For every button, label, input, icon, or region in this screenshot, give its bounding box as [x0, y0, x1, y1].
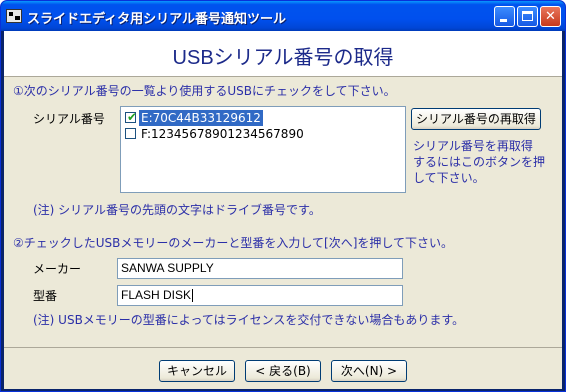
minimize-icon: [500, 19, 507, 22]
close-button[interactable]: ✕: [540, 6, 561, 27]
back-button[interactable]: < 戻る(B): [245, 360, 321, 382]
maker-label: メーカー: [33, 262, 82, 276]
refresh-serial-button[interactable]: シリアル番号の再取得: [411, 108, 541, 130]
text-caret: [192, 289, 194, 303]
cancel-button[interactable]: キャンセル: [159, 360, 235, 382]
window-title: スライドエディタ用シリアル番号通知ツール: [27, 12, 286, 27]
maker-value: SANWA SUPPLY: [121, 261, 214, 275]
model-value: FLASH DISK: [121, 288, 192, 302]
serial-checkbox-f[interactable]: [125, 128, 136, 139]
dialog-window: スライドエディタ用シリアル番号通知ツール ✕ USBシリアル番号の取得 ①次のシ…: [0, 0, 566, 392]
serial-number-label: シリアル番号: [33, 112, 105, 126]
step2-note: (注) USBメモリーの型番によってはライセンスを交付できない場合もあります。: [33, 313, 465, 327]
model-input[interactable]: FLASH DISK: [117, 285, 403, 306]
serial-item-label: F:12345678901234567890: [141, 127, 304, 141]
minimize-button[interactable]: [494, 6, 515, 27]
refresh-help-line-1: シリアル番号を再取得: [413, 139, 533, 153]
model-label: 型番: [33, 289, 58, 303]
app-icon: [6, 9, 22, 23]
step1-note: (注) シリアル番号の先頭の文字はドライブ番号です。: [33, 203, 321, 217]
maximize-button[interactable]: [517, 6, 538, 27]
dialog-body: USBシリアル番号の取得 ①次のシリアル番号の一覧より使用するUSBにチェックを…: [4, 31, 562, 389]
maker-input[interactable]: SANWA SUPPLY: [117, 258, 403, 279]
serial-item-f[interactable]: F:12345678901234567890: [123, 126, 393, 142]
close-icon: ✕: [545, 9, 556, 24]
serial-item-label: E:70C44B33129612: [139, 110, 263, 126]
header-panel: USBシリアル番号の取得: [4, 31, 562, 77]
next-button[interactable]: 次へ(N) >: [331, 360, 407, 382]
step2-instruction: ②チェックしたUSBメモリーのメーカーと型番を入力して[次へ]を押して下さい。: [13, 236, 454, 250]
refresh-help-line-3: して下さい。: [413, 171, 485, 185]
step1-instruction: ①次のシリアル番号の一覧より使用するUSBにチェックをして下さい。: [13, 84, 396, 98]
title-bar[interactable]: スライドエディタ用シリアル番号通知ツール ✕: [1, 1, 565, 31]
maximize-icon: [522, 11, 533, 21]
refresh-help-line-2: するにはこのボタンを押: [413, 155, 546, 169]
serial-item-e[interactable]: ✔ E:70C44B33129612: [123, 110, 393, 126]
page-title: USBシリアル番号の取得: [172, 47, 394, 69]
footer-bar: キャンセル < 戻る(B) 次へ(N) >: [4, 347, 562, 390]
serial-number-list[interactable]: ✔ E:70C44B33129612 F:1234567890123456789…: [120, 106, 406, 193]
check-icon: ✔: [127, 110, 138, 124]
serial-checkbox-e[interactable]: ✔: [125, 110, 138, 124]
